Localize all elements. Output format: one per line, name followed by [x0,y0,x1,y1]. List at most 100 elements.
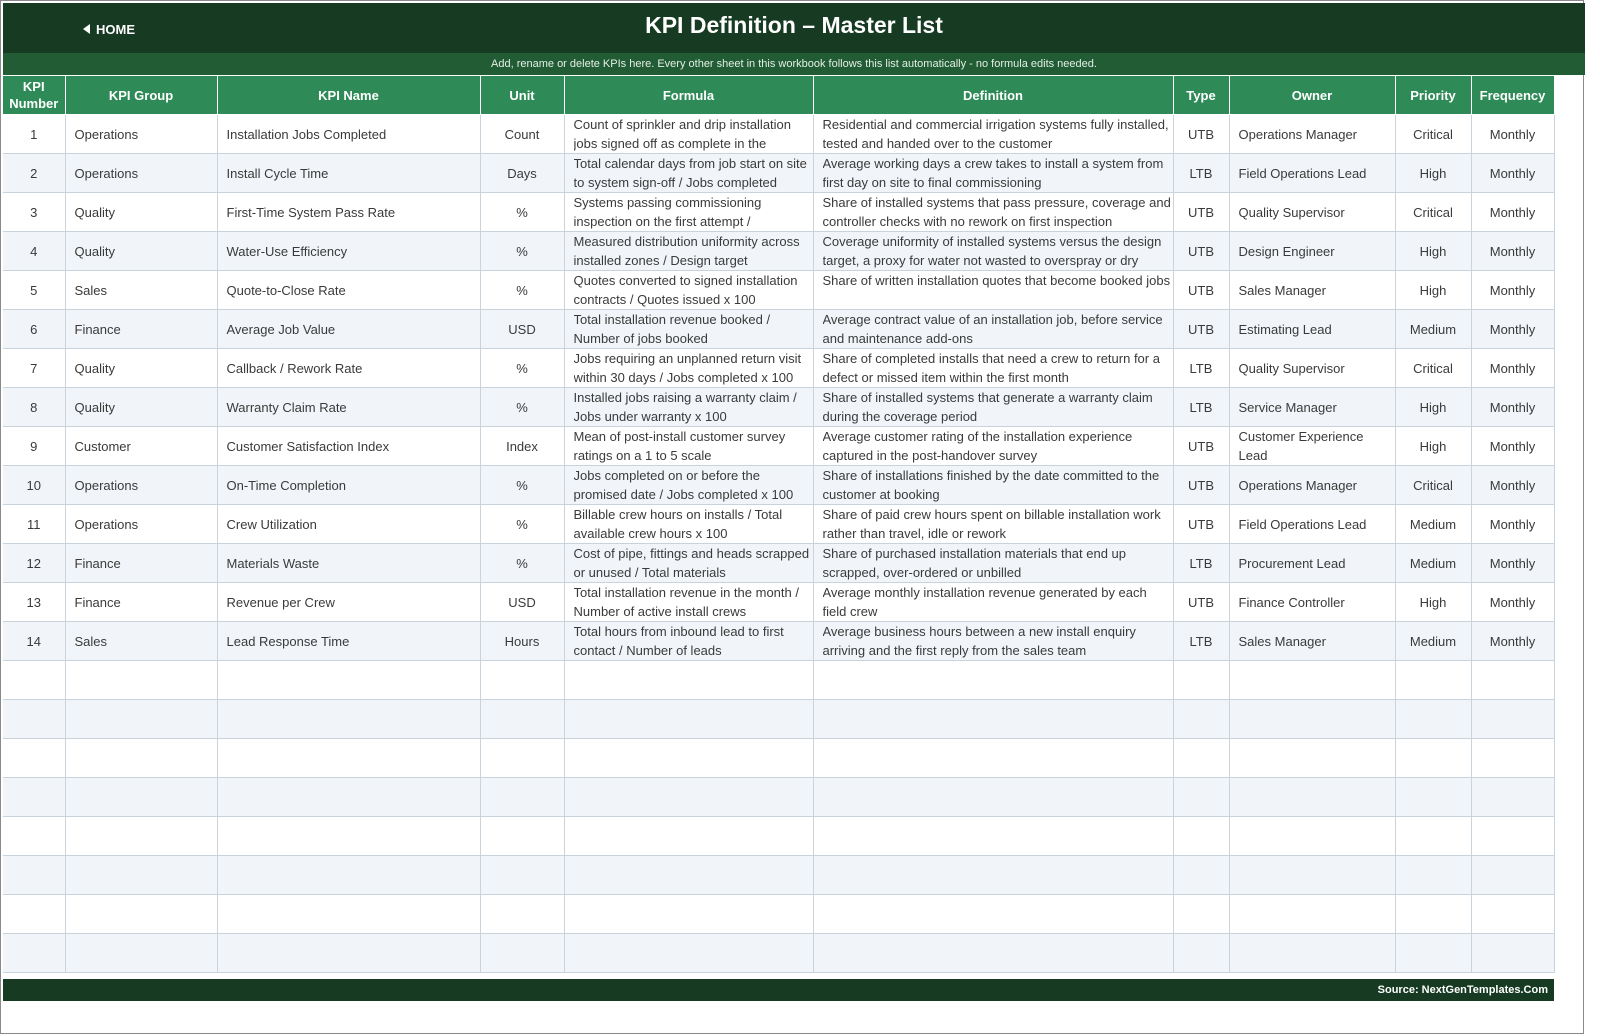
cell-owner[interactable]: Customer Experience Lead [1229,426,1396,466]
cell-unit[interactable]: % [480,270,565,310]
cell-group[interactable]: Finance [65,543,218,583]
cell-frequency[interactable]: Monthly [1471,504,1555,544]
cell-frequency[interactable]: Monthly [1471,114,1555,154]
cell-type[interactable]: LTB [1173,153,1230,193]
cell-frequency[interactable]: Monthly [1471,387,1555,427]
cell-frequency[interactable] [1471,660,1555,700]
cell-formula[interactable] [564,894,814,934]
cell-owner[interactable] [1229,855,1396,895]
cell-owner[interactable]: Operations Manager [1229,465,1396,505]
cell-type[interactable]: UTB [1173,270,1230,310]
cell-owner[interactable]: Field Operations Lead [1229,504,1396,544]
cell-name[interactable] [217,777,481,817]
cell-name[interactable] [217,855,481,895]
cell-owner[interactable] [1229,933,1396,973]
column-header[interactable]: KPI Number [3,76,66,115]
cell-name[interactable]: Crew Utilization [217,504,481,544]
cell-frequency[interactable] [1471,933,1555,973]
cell-formula[interactable]: Installed jobs raising a warranty claim … [564,387,814,427]
cell-owner[interactable]: Procurement Lead [1229,543,1396,583]
cell-definition[interactable]: Share of installed systems that generate… [813,387,1174,427]
cell-frequency[interactable] [1471,816,1555,856]
cell-group[interactable] [65,855,218,895]
cell-type[interactable]: UTB [1173,231,1230,271]
cell-formula[interactable]: Total installation revenue booked / Numb… [564,309,814,349]
cell-num[interactable] [3,855,66,895]
cell-definition[interactable]: Coverage uniformity of installed systems… [813,231,1174,271]
cell-unit[interactable]: Days [480,153,565,193]
cell-owner[interactable]: Operations Manager [1229,114,1396,154]
cell-type[interactable] [1173,777,1230,817]
cell-group[interactable] [65,738,218,778]
cell-unit[interactable]: % [480,543,565,583]
cell-definition[interactable]: Share of paid crew hours spent on billab… [813,504,1174,544]
cell-name[interactable]: Water-Use Efficiency [217,231,481,271]
cell-num[interactable]: 6 [3,309,66,349]
cell-priority[interactable] [1395,894,1472,934]
cell-formula[interactable] [564,777,814,817]
cell-frequency[interactable] [1471,894,1555,934]
cell-group[interactable]: Operations [65,504,218,544]
cell-owner[interactable] [1229,738,1396,778]
cell-frequency[interactable] [1471,855,1555,895]
cell-formula[interactable]: Total installation revenue in the month … [564,582,814,622]
cell-group[interactable]: Operations [65,153,218,193]
cell-unit[interactable]: USD [480,309,565,349]
cell-unit[interactable]: % [480,504,565,544]
cell-priority[interactable] [1395,699,1472,739]
cell-definition[interactable]: Share of completed installs that need a … [813,348,1174,388]
column-header[interactable]: Unit [480,76,565,115]
cell-owner[interactable] [1229,660,1396,700]
column-header[interactable]: KPI Group [65,76,218,115]
cell-name[interactable] [217,660,481,700]
cell-definition[interactable] [813,816,1174,856]
cell-name[interactable]: Quote-to-Close Rate [217,270,481,310]
cell-priority[interactable]: High [1395,426,1472,466]
cell-formula[interactable] [564,738,814,778]
cell-frequency[interactable]: Monthly [1471,621,1555,661]
cell-frequency[interactable]: Monthly [1471,465,1555,505]
cell-definition[interactable]: Average working days a crew takes to ins… [813,153,1174,193]
cell-formula[interactable] [564,660,814,700]
cell-priority[interactable]: Medium [1395,543,1472,583]
cell-num[interactable] [3,699,66,739]
cell-name[interactable] [217,894,481,934]
column-header[interactable]: Owner [1229,76,1396,115]
cell-name[interactable]: Revenue per Crew [217,582,481,622]
cell-unit[interactable]: % [480,465,565,505]
cell-name[interactable]: Installation Jobs Completed [217,114,481,154]
cell-priority[interactable]: Critical [1395,114,1472,154]
cell-owner[interactable]: Service Manager [1229,387,1396,427]
cell-group[interactable]: Operations [65,465,218,505]
cell-num[interactable] [3,738,66,778]
cell-priority[interactable] [1395,660,1472,700]
cell-frequency[interactable]: Monthly [1471,426,1555,466]
cell-formula[interactable]: Total calendar days from job start on si… [564,153,814,193]
cell-frequency[interactable]: Monthly [1471,309,1555,349]
cell-name[interactable] [217,738,481,778]
cell-name[interactable]: On-Time Completion [217,465,481,505]
cell-unit[interactable] [480,699,565,739]
cell-owner[interactable]: Estimating Lead [1229,309,1396,349]
cell-owner[interactable] [1229,699,1396,739]
cell-owner[interactable]: Quality Supervisor [1229,192,1396,232]
cell-type[interactable] [1173,699,1230,739]
cell-unit[interactable] [480,933,565,973]
cell-formula[interactable]: Measured distribution uniformity across … [564,231,814,271]
cell-num[interactable] [3,894,66,934]
cell-unit[interactable] [480,777,565,817]
cell-type[interactable]: LTB [1173,543,1230,583]
cell-priority[interactable]: Medium [1395,621,1472,661]
cell-group[interactable] [65,816,218,856]
cell-frequency[interactable]: Monthly [1471,582,1555,622]
cell-definition[interactable] [813,777,1174,817]
cell-unit[interactable] [480,894,565,934]
cell-formula[interactable]: Mean of post-install customer survey rat… [564,426,814,466]
cell-num[interactable]: 2 [3,153,66,193]
cell-group[interactable]: Quality [65,231,218,271]
cell-priority[interactable]: Medium [1395,309,1472,349]
cell-name[interactable]: Warranty Claim Rate [217,387,481,427]
cell-unit[interactable]: % [480,387,565,427]
cell-num[interactable]: 5 [3,270,66,310]
cell-type[interactable] [1173,855,1230,895]
